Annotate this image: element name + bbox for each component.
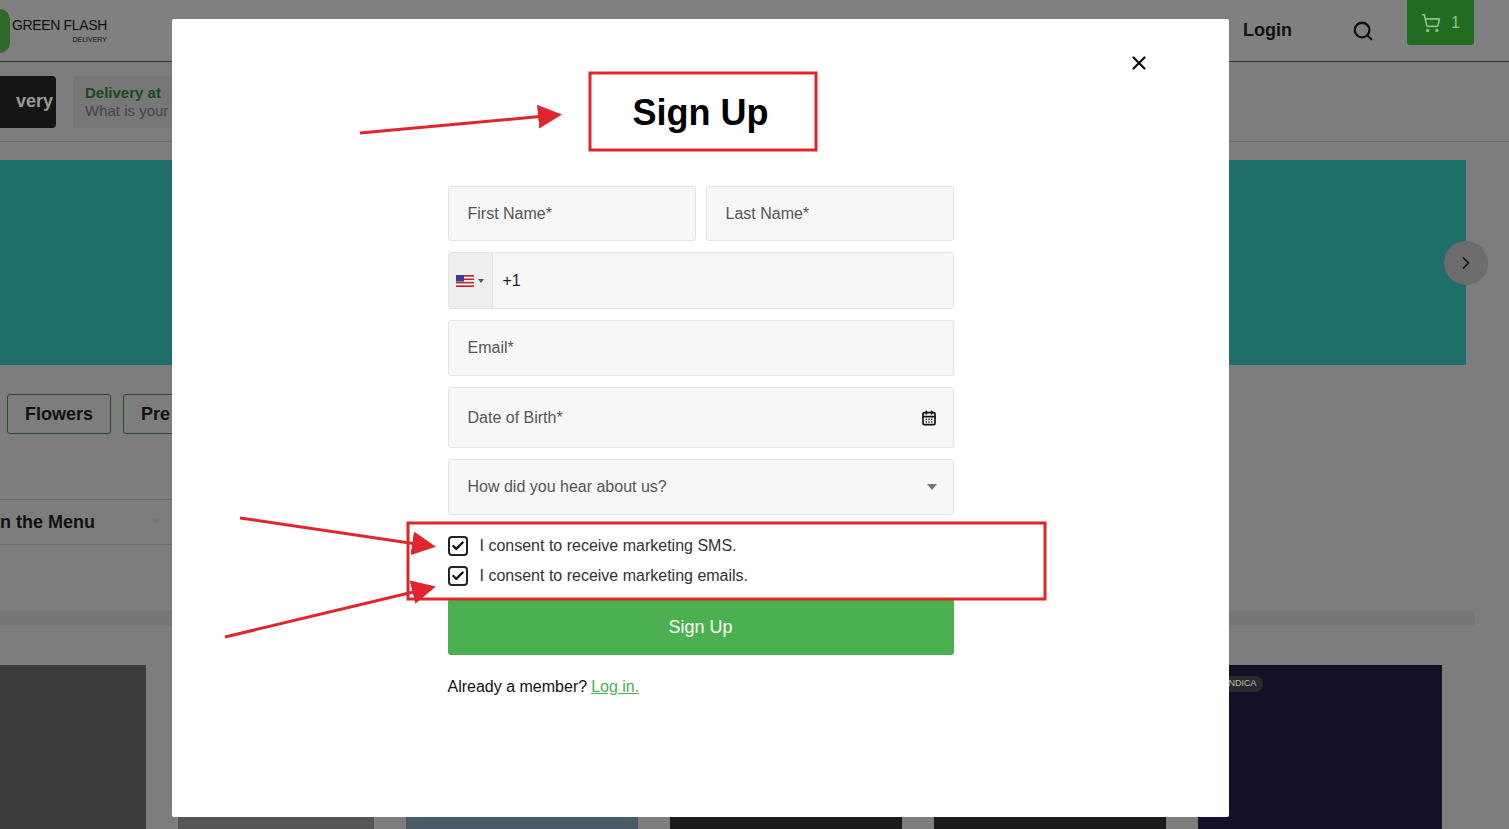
signup-button[interactable]: Sign Up — [448, 599, 954, 655]
arrow-icon — [360, 115, 556, 133]
checkbox-box[interactable] — [448, 566, 468, 586]
modal-title: Sign Up — [633, 92, 769, 134]
consent-checkbox[interactable]: I consent to receive marketing emails. — [448, 561, 954, 591]
caret-icon — [927, 484, 937, 490]
check-icon — [451, 539, 465, 553]
title-highlight — [590, 73, 816, 150]
consent-highlight — [408, 523, 1045, 599]
cart-icon — [1421, 13, 1441, 33]
us-flag-icon — [456, 275, 474, 287]
product-card[interactable] — [0, 665, 146, 829]
login-link[interactable]: Log in. — [591, 675, 639, 699]
email-input[interactable]: Email* — [448, 320, 954, 376]
signup-modal: Sign Up First Name*Last Name* +1 Email* Date… — [172, 19, 1229, 817]
menu-dropdown[interactable]: n the Menu — [0, 499, 172, 545]
carousel-next[interactable] — [1444, 241, 1488, 285]
arrow-right-icon — [1456, 253, 1476, 273]
arrow-icon — [240, 518, 430, 546]
phone-input[interactable]: +1 — [448, 252, 954, 309]
search-icon[interactable] — [1352, 20, 1374, 42]
calendar-icon[interactable] — [921, 410, 937, 426]
category-pill[interactable]: Flowers — [7, 394, 111, 434]
login-prompt: Already a member?Log in. — [448, 675, 954, 699]
dropdown-caret-icon — [478, 279, 484, 283]
consent-list: I consent to receive marketing SMS.I con… — [448, 531, 954, 591]
close-button[interactable] — [1128, 52, 1150, 74]
cart-button[interactable]: 1 — [1407, 0, 1474, 45]
caret-icon — [151, 519, 161, 525]
product-card[interactable]: INDICA — [1198, 665, 1442, 829]
consent-checkbox[interactable]: I consent to receive marketing SMS. — [448, 531, 954, 561]
country-select[interactable] — [449, 253, 493, 308]
arrow-icon — [225, 588, 430, 637]
signup-form: First Name*Last Name* +1 Email* Date of Bir… — [448, 186, 954, 515]
page: GREEN FLASHDELIVERYLogin1veryDelivery at… — [0, 0, 1509, 829]
checkbox-box[interactable] — [448, 536, 468, 556]
login-link[interactable]: Login — [1243, 17, 1292, 44]
name-input[interactable]: First Name* — [448, 186, 696, 241]
close-icon — [1128, 51, 1150, 75]
annotation-overlay — [0, 0, 1509, 829]
name-input[interactable]: Last Name* — [706, 186, 954, 241]
dob-input[interactable]: Date of Birth* — [448, 387, 954, 448]
referral-select[interactable]: How did you hear about us? — [448, 459, 954, 515]
check-icon — [451, 569, 465, 583]
delivery-button[interactable]: very — [0, 76, 56, 128]
logo[interactable]: GREEN FLASHDELIVERY — [0, 0, 107, 61]
